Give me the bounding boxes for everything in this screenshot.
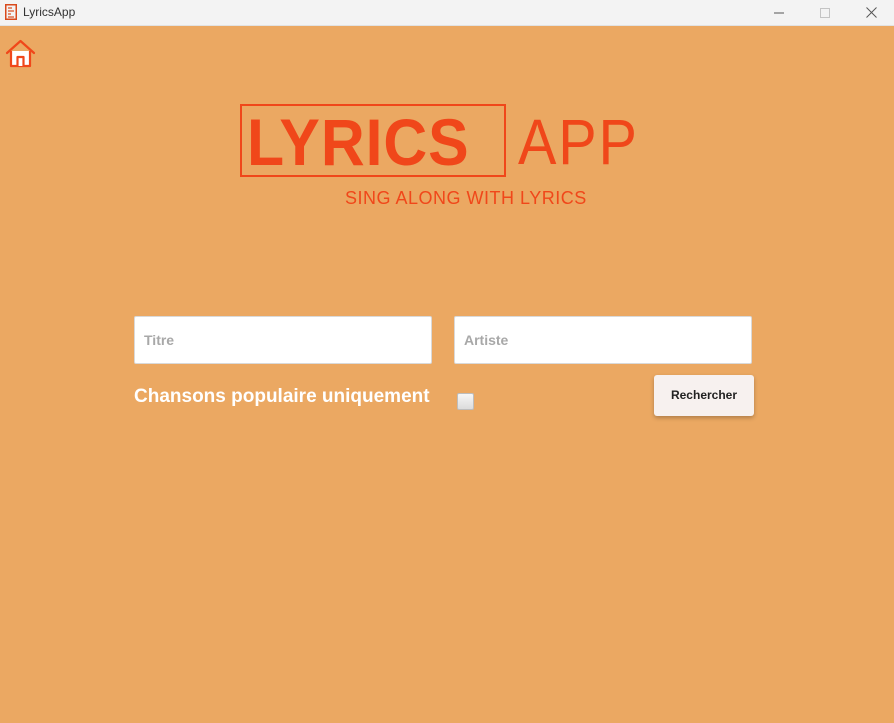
app-logo: LYRICS APP SING ALONG WITH LYRICS (240, 104, 670, 214)
close-button[interactable] (848, 0, 894, 25)
home-icon (5, 39, 36, 68)
popular-only-checkbox[interactable] (457, 393, 474, 410)
app-window: LyricsApp LYRICS APP SING ALONG WITH LYR… (0, 0, 894, 723)
logo-word-lyrics: LYRICS (247, 105, 470, 179)
logo-word-app: APP (518, 106, 639, 178)
popular-only-label: Chansons populaire uniquement (134, 386, 430, 407)
maximize-button[interactable] (802, 0, 848, 25)
lyrics-app-icon (5, 4, 17, 20)
logo-tagline: SING ALONG WITH LYRICS (345, 188, 587, 208)
maximize-icon (820, 7, 830, 18)
search-button[interactable]: Rechercher (654, 375, 754, 416)
close-icon (865, 7, 877, 18)
title-bar: LyricsApp (0, 0, 894, 26)
artist-input[interactable] (454, 316, 752, 364)
minimize-icon (774, 12, 784, 13)
home-button[interactable] (4, 38, 37, 69)
minimize-button[interactable] (756, 0, 802, 25)
window-title: LyricsApp (23, 5, 76, 19)
title-input[interactable] (134, 316, 432, 364)
